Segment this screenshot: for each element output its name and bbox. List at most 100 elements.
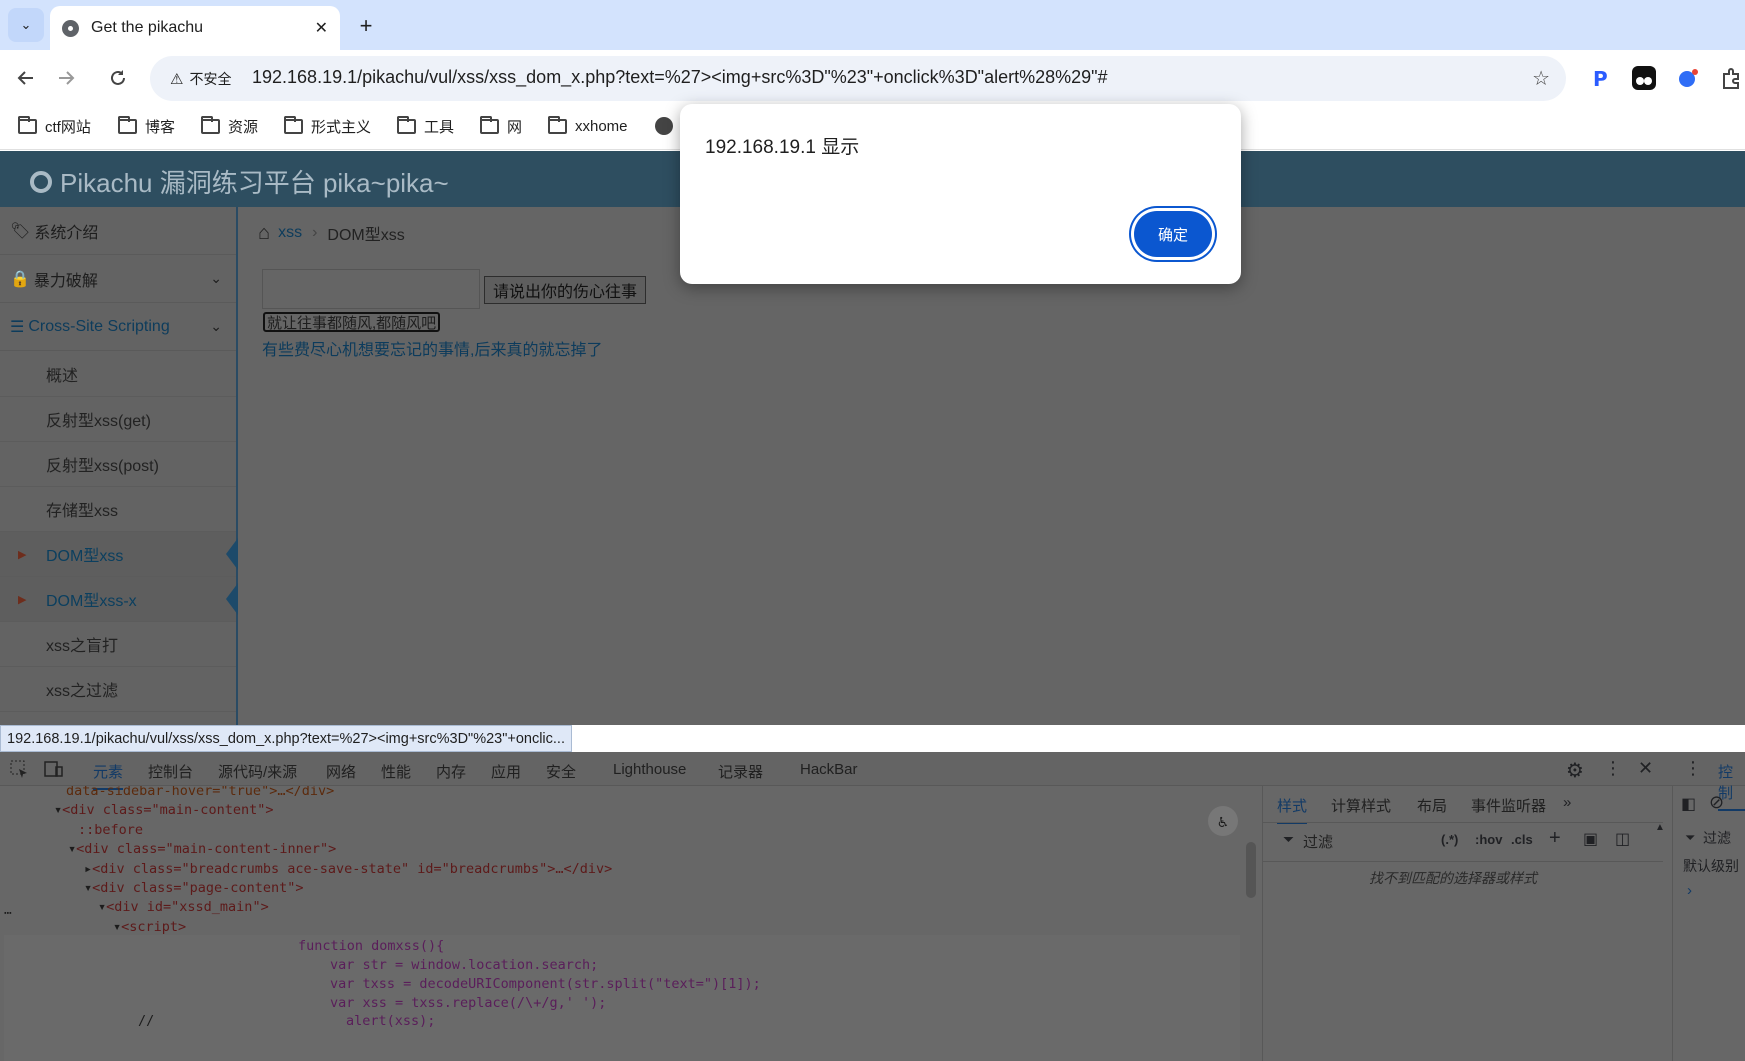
bookmark-folder[interactable]: xxhome	[548, 113, 628, 139]
log-level-select[interactable]: 默认级别	[1683, 856, 1739, 876]
sidebar-sub-dom[interactable]: ▶ DOM型xss	[0, 532, 238, 577]
regex-toggle[interactable]: (.*)	[1441, 832, 1458, 847]
dom-line[interactable]: ▸<div class="breadcrumbs ace-save-state"…	[84, 859, 612, 879]
url-text[interactable]: 192.168.19.1/pikachu/vul/xss/xss_dom_x.p…	[252, 67, 1108, 88]
sidebar-toggle-icon[interactable]: ◫	[1615, 829, 1630, 849]
bookmark-folder[interactable]: 形式主义	[284, 113, 371, 139]
extension-tampermonkey-icon[interactable]	[1632, 66, 1656, 90]
dom-line[interactable]: ▾<div id="xssd_main">	[98, 897, 269, 917]
tab-computed[interactable]: 计算样式	[1331, 795, 1391, 816]
tab-styles[interactable]: 样式	[1277, 795, 1308, 824]
tab-event-listeners[interactable]: 事件监听器	[1471, 795, 1546, 816]
dom-line[interactable]: ▾<script>	[113, 917, 186, 937]
dom-line[interactable]: ::before	[78, 820, 143, 840]
forward-button[interactable]	[50, 62, 82, 94]
paint-icon[interactable]: ▣	[1583, 829, 1598, 849]
tab-sources[interactable]: 源代码/来源	[218, 761, 297, 782]
chevron-down-icon: ⌄	[20, 17, 32, 32]
back-button[interactable]	[10, 62, 42, 94]
reload-icon	[111, 70, 125, 85]
chevron-double-right-icon[interactable]: »	[1563, 794, 1571, 811]
extension-translate-icon[interactable]	[1676, 66, 1700, 90]
tab-search-button[interactable]: ⌄	[8, 8, 44, 42]
cls-toggle[interactable]: .cls	[1511, 832, 1533, 847]
text-input[interactable]	[262, 269, 480, 309]
console-prompt-icon[interactable]: ›	[1687, 882, 1692, 899]
tab-network[interactable]: 网络	[326, 761, 356, 782]
breadcrumb-current: DOM型xss	[327, 227, 405, 244]
bookmark-folder[interactable]: 资源	[201, 113, 258, 139]
tab-layout[interactable]: 布局	[1417, 795, 1447, 816]
sidebar-item-bruteforce[interactable]: 🔒 暴力破解 ⌄	[0, 255, 236, 303]
dom-line[interactable]: ▾<div class="page-content">	[84, 878, 303, 898]
tab-application[interactable]: 应用	[491, 761, 521, 782]
tab-lighthouse[interactable]: Lighthouse	[613, 761, 686, 778]
security-chip[interactable]: ⚠ 不安全	[162, 64, 239, 93]
close-tab-icon[interactable]: ✕	[315, 18, 328, 38]
settings-gear-icon[interactable]: ⚙	[1566, 758, 1584, 783]
home-icon[interactable]: ⌂	[258, 222, 270, 245]
tab-memory[interactable]: 内存	[436, 761, 466, 782]
sidebar-sub-dom-x[interactable]: ▶ DOM型xss-x	[0, 577, 238, 622]
styles-filter-input[interactable]: 过滤	[1303, 831, 1333, 852]
globe-icon	[655, 117, 673, 135]
tab-console[interactable]: 控制台	[148, 761, 193, 782]
tab-hackbar[interactable]: HackBar	[800, 761, 858, 778]
sidebar-sub-reflected-post[interactable]: 反射型xss(post)	[0, 442, 236, 487]
tab-elements[interactable]: 元素	[93, 761, 124, 790]
extension-p-icon[interactable]: P	[1588, 66, 1612, 91]
extensions-puzzle-icon[interactable]	[1720, 66, 1744, 90]
close-devtools-icon[interactable]: ✕	[1638, 758, 1653, 779]
sidebar-sub-stored[interactable]: 存储型xss	[0, 487, 236, 532]
tab-security[interactable]: 安全	[546, 761, 576, 782]
hint-link[interactable]: 有些费尽心机想要忘记的事情,后来真的就忘掉了	[262, 336, 602, 360]
more-options-icon[interactable]: ⋮	[1604, 758, 1622, 779]
dom-line[interactable]: var xss = txss.replace(/\+/g,' ');	[330, 993, 606, 1013]
submit-button[interactable]: 请说出你的伤心往事	[484, 276, 647, 304]
more-options-icon[interactable]: ⋮	[1684, 758, 1702, 779]
dom-line[interactable]: ▾<div class="main-content">	[54, 800, 273, 820]
bookmark-folder[interactable]: 网	[480, 113, 522, 139]
bookmark-folder[interactable]: 博客	[118, 113, 175, 139]
bookmark-folder[interactable]: 工具	[397, 113, 454, 139]
active-tab[interactable]: Get the pikachu ✕	[50, 6, 340, 50]
reload-button[interactable]	[102, 62, 134, 94]
dom-line[interactable]: //	[138, 1011, 154, 1031]
inspect-icon[interactable]	[10, 760, 28, 782]
broken-image[interactable]: 就让往事都随风,都随风吧	[263, 312, 441, 332]
sidebar-item-intro[interactable]: 🏷 系统介绍	[0, 207, 236, 255]
new-tab-button[interactable]: +	[352, 12, 380, 40]
sidebar-sub-overview[interactable]: 概述	[0, 352, 236, 397]
console-filter-input[interactable]: 过滤	[1703, 828, 1731, 848]
add-rule-icon[interactable]: +	[1549, 827, 1561, 850]
sidebar-sub-blind[interactable]: xss之盲打	[0, 622, 236, 667]
dom-line[interactable]: var txss = decodeURIComponent(str.split(…	[330, 974, 761, 994]
site-brand[interactable]: Pikachu 漏洞练习平台 pika~pika~	[30, 163, 449, 200]
ok-button[interactable]: 确定	[1134, 211, 1212, 257]
sidebar-sub-filter[interactable]: xss之过滤	[0, 667, 236, 712]
dom-line[interactable]: data-sidebar-hover="true">…</div>	[66, 786, 334, 801]
dom-line[interactable]: var str = window.location.search;	[330, 955, 598, 975]
bookmark-folder[interactable]: ctf网站	[18, 113, 91, 139]
dom-tree[interactable]: data-sidebar-hover="true">…</div> ▾<div …	[0, 786, 1262, 1061]
dom-line[interactable]: alert(xss);	[346, 1011, 435, 1031]
clear-console-icon[interactable]: ⊘	[1709, 792, 1724, 813]
bookmark-globe[interactable]	[655, 113, 673, 139]
dom-line[interactable]: function domxss(){	[298, 936, 444, 956]
tab-performance[interactable]: 性能	[381, 761, 411, 782]
address-bar[interactable]: ⚠ 不安全 192.168.19.1/pikachu/vul/xss/xss_d…	[150, 56, 1566, 101]
device-toolbar-icon[interactable]	[44, 760, 64, 782]
star-icon[interactable]: ☆	[1532, 66, 1550, 91]
accessibility-icon[interactable]: ♿	[1208, 806, 1238, 836]
sidebar-item-xss[interactable]: ☰ Cross-Site Scripting ⌄	[0, 303, 236, 351]
scrollbar-thumb[interactable]	[1246, 842, 1256, 898]
tab-recorder[interactable]: 记录器	[718, 761, 763, 782]
sidebar-toggle-icon[interactable]: ◧	[1681, 794, 1696, 814]
sidebar-sub-reflected-get[interactable]: 反射型xss(get)	[0, 397, 236, 442]
scroll-up-icon[interactable]: ▲	[1655, 822, 1665, 833]
hov-toggle[interactable]: :hov	[1475, 832, 1502, 847]
caret-right-icon: ▶	[18, 593, 27, 606]
dom-line[interactable]: ▾<div class="main-content-inner">	[68, 839, 336, 859]
folder-icon	[480, 115, 499, 134]
breadcrumb-link[interactable]: xss	[278, 224, 302, 242]
